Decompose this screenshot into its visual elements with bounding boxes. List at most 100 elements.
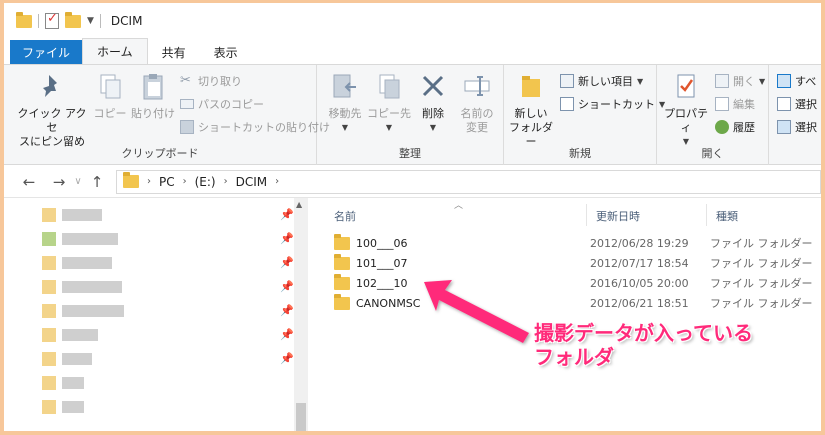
copy-path-button[interactable]: パスのコピー (180, 96, 264, 112)
tab-view[interactable]: 表示 (200, 40, 252, 64)
chevron-right-icon[interactable]: › (224, 176, 228, 187)
recent-locations-icon[interactable]: ∨ (70, 176, 86, 187)
pin-label-line1: クイック アクセ (17, 107, 87, 134)
file-name: 101___07 (356, 256, 408, 270)
chevron-right-icon[interactable]: › (275, 176, 279, 187)
select-all-button[interactable]: すべ (777, 73, 816, 89)
nav-item[interactable] (42, 396, 84, 418)
pin-icon[interactable]: 📌 (280, 352, 294, 365)
chevron-down-icon: ▼ (637, 76, 644, 86)
invert-selection-button[interactable]: 選択 (777, 119, 817, 135)
forward-arrow-icon[interactable]: → (48, 173, 70, 191)
easy-access-button[interactable]: ショートカット ▼ (560, 96, 665, 112)
pin-icon[interactable]: 📌 (280, 208, 294, 221)
new-group-label: 新規 (569, 147, 591, 160)
nav-scrollbar[interactable]: ▲ (294, 198, 308, 431)
scroll-up-icon[interactable]: ▲ (296, 200, 302, 209)
history-button[interactable]: 履歴 (715, 119, 755, 135)
file-date: 2012/06/28 19:29 (590, 236, 689, 250)
nav-item[interactable] (42, 324, 98, 346)
tab-file[interactable]: ファイル (10, 40, 83, 64)
table-row[interactable]: 102___10 2016/10/05 20:00 ファイル フォルダー (334, 273, 821, 293)
divider (38, 14, 39, 28)
clipboard-icon (143, 74, 163, 100)
new-folder-icon[interactable] (65, 11, 81, 28)
pin-icon[interactable]: 📌 (280, 328, 294, 341)
nav-item[interactable] (42, 228, 118, 250)
nav-item[interactable] (42, 252, 112, 274)
nav-item[interactable] (42, 372, 84, 394)
rename-label-line2: 変更 (466, 121, 488, 134)
copy-button[interactable]: コピー (92, 71, 128, 121)
properties-icon[interactable] (45, 11, 59, 29)
column-header-date[interactable]: 更新日時 (596, 208, 640, 224)
clipboard-group: クイック アクセ スにピン留め コピー 貼り付け ✂ 切り取り パスのコピー シ… (4, 65, 330, 165)
open-button[interactable]: 開く ▼ (715, 73, 765, 89)
breadcrumb-pc[interactable]: PC (159, 175, 175, 189)
pin-to-quick-access-button[interactable]: クイック アクセ スにピン留め (14, 71, 90, 149)
properties-button[interactable]: プロパティ ▼ (661, 71, 711, 149)
move-to-button[interactable]: 移動先 ▼ (323, 71, 367, 135)
nav-item[interactable] (42, 300, 124, 322)
pin-icon[interactable]: 📌 (280, 232, 294, 245)
pin-icon[interactable]: 📌 (280, 280, 294, 293)
new-folder-icon (522, 76, 540, 97)
customize-toolbar-icon[interactable]: ▼ (87, 16, 94, 26)
scroll-thumb[interactable] (296, 403, 306, 431)
pin-icon[interactable]: 📌 (280, 256, 294, 269)
file-name: 100___06 (356, 236, 408, 250)
table-row[interactable]: 101___07 2012/07/17 18:54 ファイル フォルダー (334, 253, 821, 273)
explorer-window: ▼ DCIM ファイル ホーム 共有 表示 クイック アクセ スにピン留め (4, 3, 821, 431)
address-bar[interactable]: › PC › (E:) › DCIM › (116, 169, 821, 194)
nav-item[interactable] (42, 276, 122, 298)
column-divider[interactable] (586, 204, 587, 226)
column-divider[interactable] (706, 204, 707, 226)
copy-to-button[interactable]: コピー先 ▼ (367, 71, 411, 135)
open-group-label: 開く (701, 147, 724, 160)
new-item-button[interactable]: 新しい項目 ▼ (560, 73, 643, 89)
chevron-right-icon[interactable]: › (183, 176, 187, 187)
blurred-label (62, 377, 84, 389)
chevron-right-icon[interactable]: › (147, 176, 151, 187)
new-folder-button[interactable]: 新しい フォルダー (508, 71, 554, 149)
file-type: ファイル フォルダー (710, 237, 813, 250)
paste-shortcut-button[interactable]: ショートカットの貼り付け (180, 119, 330, 135)
delete-button[interactable]: 削除 ▼ (415, 71, 451, 135)
table-row[interactable]: 100___06 2012/06/28 19:29 ファイル フォルダー (334, 233, 821, 253)
up-arrow-icon[interactable]: ↑ (86, 173, 108, 191)
move-to-icon (333, 74, 356, 98)
pin-icon[interactable]: 📌 (280, 304, 294, 317)
file-type: ファイル フォルダー (710, 297, 813, 310)
blurred-label (62, 353, 92, 365)
paste-shortcut-icon (180, 120, 194, 134)
paste-button[interactable]: 貼り付け (131, 71, 175, 121)
tab-share[interactable]: 共有 (148, 40, 200, 64)
column-header-name[interactable]: 名前 (334, 208, 356, 224)
blurred-icon (42, 352, 56, 366)
delete-icon (422, 75, 444, 97)
breadcrumb-dcim[interactable]: DCIM (236, 175, 268, 189)
edit-label: 編集 (733, 98, 755, 111)
back-arrow-icon[interactable]: ← (18, 173, 40, 191)
edit-button[interactable]: 編集 (715, 96, 755, 112)
select-none-button[interactable]: 選択 (777, 96, 817, 112)
blurred-icon (42, 232, 56, 246)
table-row[interactable]: CANONMSC 2012/06/21 18:51 ファイル フォルダー (334, 293, 821, 313)
tab-home[interactable]: ホーム (82, 38, 148, 64)
select-none-icon (777, 97, 791, 111)
chevron-down-icon: ▼ (429, 123, 437, 132)
breadcrumb-drive[interactable]: (E:) (195, 175, 216, 189)
blurred-label (62, 401, 84, 413)
open-icon (715, 74, 729, 88)
cut-button[interactable]: ✂ 切り取り (180, 73, 242, 89)
select-all-label: すべ (795, 75, 817, 88)
nav-item[interactable] (42, 348, 92, 370)
copy-path-icon (180, 99, 194, 109)
nav-item[interactable] (42, 204, 102, 226)
file-name: 102___10 (356, 276, 408, 290)
organize-group-label: 整理 (399, 147, 421, 160)
annotation-line2: フォルダ (534, 345, 614, 369)
rename-button[interactable]: 名前の 変更 (455, 71, 499, 135)
copy-to-icon (379, 74, 400, 99)
column-header-type[interactable]: 種類 (716, 208, 738, 224)
